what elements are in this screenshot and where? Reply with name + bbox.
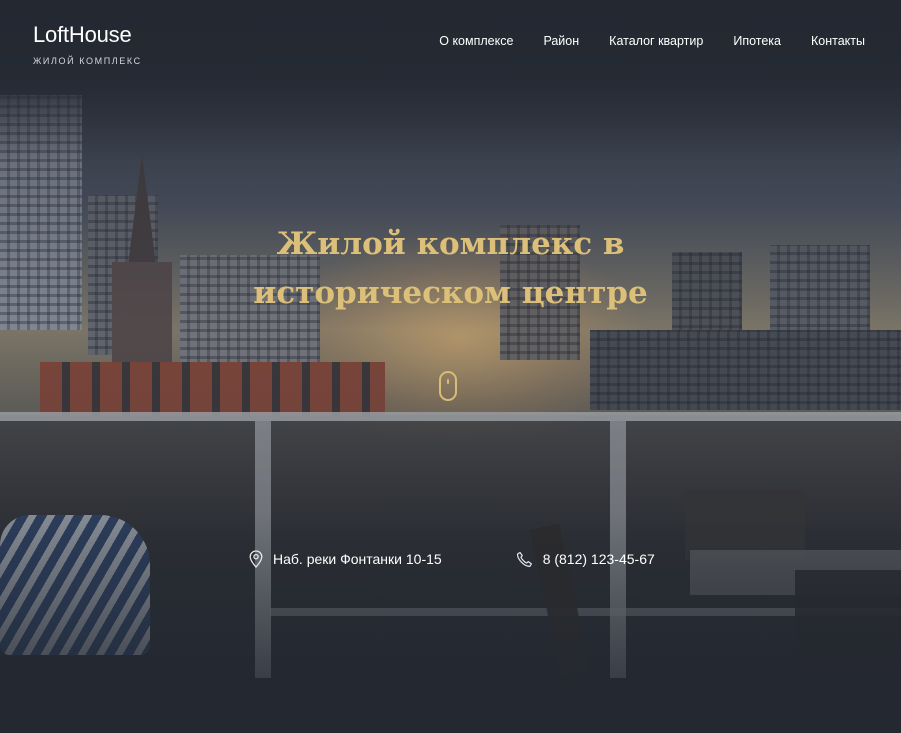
hero-title: Жилой комплекс в историческом центре xyxy=(0,220,901,318)
nav-item-catalog[interactable]: Каталог квартир xyxy=(609,34,703,48)
phone-icon xyxy=(516,551,533,568)
mouse-scroll-icon[interactable] xyxy=(439,371,457,401)
contacts-bar: Наб. реки Фонтанки 10-15 8 (812) 123-45-… xyxy=(249,550,655,568)
nav-item-contacts[interactable]: Контакты xyxy=(811,34,865,48)
nav-item-mortgage[interactable]: Ипотека xyxy=(733,34,781,48)
site-header: LoftHouse жилой комплекс О комплексе Рай… xyxy=(0,0,901,90)
nav-item-about[interactable]: О комплексе xyxy=(439,34,513,48)
hero-title-line-1: Жилой комплекс в xyxy=(276,226,625,262)
nav-item-district[interactable]: Район xyxy=(543,34,579,48)
phone-item[interactable]: 8 (812) 123-45-67 xyxy=(516,550,655,568)
address-item: Наб. реки Фонтанки 10-15 xyxy=(249,550,442,568)
hero-title-line-2: историческом центре xyxy=(253,275,648,311)
address-text: Наб. реки Фонтанки 10-15 xyxy=(273,551,442,567)
phone-text[interactable]: 8 (812) 123-45-67 xyxy=(543,551,655,567)
main-nav: О комплексе Район Каталог квартир Ипотек… xyxy=(439,34,865,48)
logo[interactable]: LoftHouse жилой комплекс xyxy=(33,22,142,66)
logo-title: LoftHouse xyxy=(33,22,132,47)
logo-tagline: жилой комплекс xyxy=(33,56,142,66)
hero-background-image xyxy=(0,0,901,733)
map-pin-icon xyxy=(249,550,263,568)
